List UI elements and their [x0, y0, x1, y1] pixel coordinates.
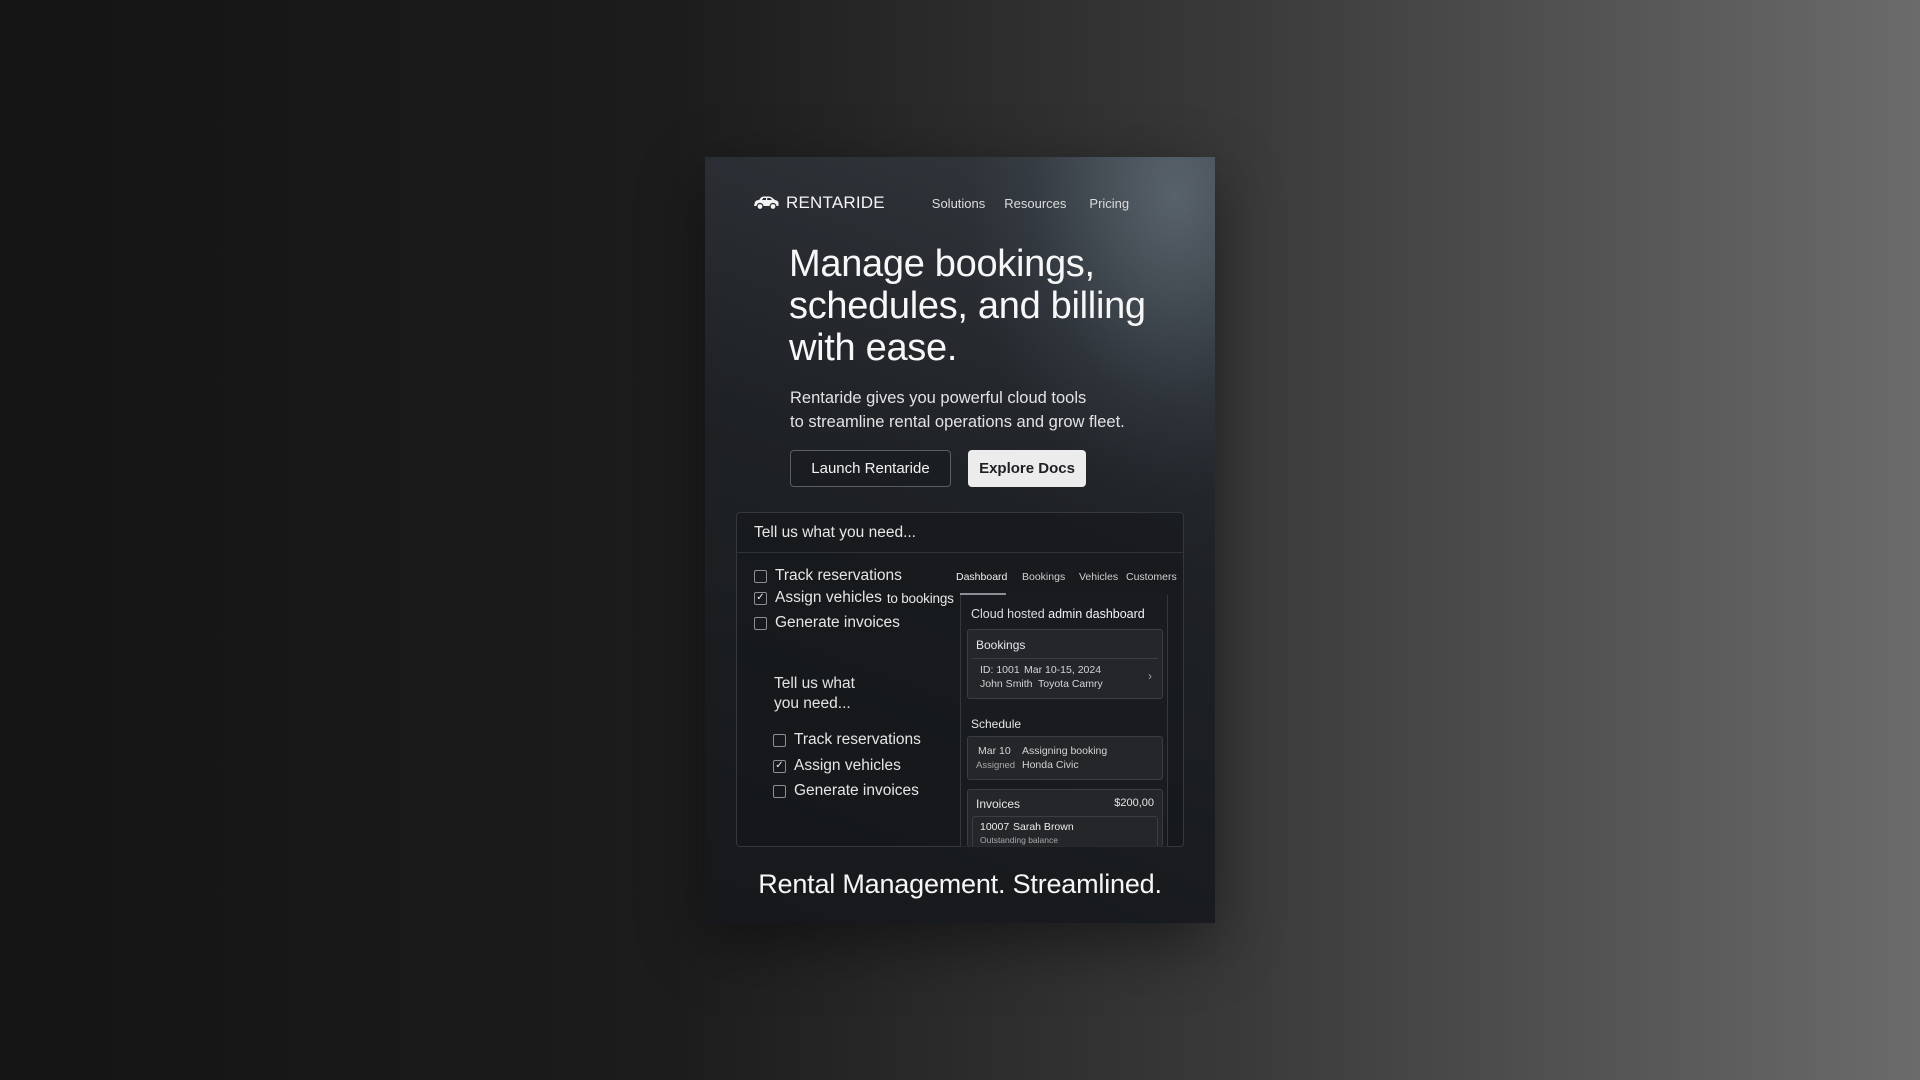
checklist-label: Track reservations: [775, 567, 902, 584]
checkbox[interactable]: [773, 784, 786, 798]
checklist-label: Track reservations: [794, 731, 921, 748]
launch-rentaride-button[interactable]: Launch Rentaride: [790, 450, 951, 487]
schedule-title: Schedule: [971, 717, 1022, 731]
invoice-row[interactable]: 10007 Sarah Brown Outstanding balance: [972, 816, 1158, 846]
nav-link-solutions[interactable]: Solutions: [932, 196, 985, 211]
needs-panel: Tell us what you need... Track reservati…: [736, 512, 1184, 847]
subheading-line: Tell us what: [774, 675, 855, 692]
checkbox-checked[interactable]: ✓: [754, 591, 767, 605]
checklist-label: Assign vehicles: [794, 757, 901, 774]
sub-checklist-item[interactable]: ✓ Assign vehicles: [773, 757, 901, 775]
tab-customers[interactable]: Customers: [1126, 571, 1177, 583]
brand-name: RENTARIDE: [786, 193, 885, 212]
invoice-note: Outstanding balance: [980, 835, 1058, 845]
hero-title-line: with ease.: [789, 327, 958, 369]
checklist-item[interactable]: ✓ Assign vehicles to bookings: [754, 589, 954, 607]
booking-dates: Mar 10-15, 2024: [1024, 664, 1102, 676]
hero-title-line: Manage bookings,: [789, 243, 1095, 285]
tab-vehicles[interactable]: Vehicles: [1079, 571, 1118, 583]
dashboard-preview: Dashboard Bookings Vehicles Customers Cl…: [956, 565, 1184, 847]
booking-customer: John Smith: [980, 678, 1033, 690]
bookings-title: Bookings: [976, 638, 1026, 652]
booking-vehicle: Toyota Camry: [1038, 678, 1103, 690]
checklist-label-tail: to bookings: [886, 590, 954, 606]
checkbox[interactable]: [754, 569, 767, 583]
nav-link-pricing[interactable]: Pricing: [1089, 196, 1129, 211]
dashboard-tabs: Dashboard Bookings Vehicles Customers: [956, 571, 1184, 595]
hero-subtitle: Rentaride gives you powerful cloud tools…: [790, 386, 1170, 434]
checklist-item[interactable]: Track reservations: [754, 567, 902, 585]
tab-dashboard[interactable]: Dashboard: [956, 571, 1007, 583]
brand-logo[interactable]: RENTARIDE: [752, 193, 885, 213]
sub-checklist-item[interactable]: Generate invoices: [773, 782, 919, 800]
nav-links: Solutions Resources Pricing: [932, 196, 1148, 211]
hero-title-line: schedules, and billing: [789, 285, 1146, 327]
schedule-date: Mar 10: [978, 745, 1011, 757]
hero-subtitle-line: Rentaride gives you powerful cloud tools: [790, 389, 1087, 407]
chevron-right-icon[interactable]: ›: [1148, 669, 1152, 683]
invoices-card[interactable]: Invoices $200,00 10007 Sarah Brown Outst…: [967, 789, 1163, 847]
explore-docs-button[interactable]: Explore Docs: [968, 450, 1086, 487]
top-nav: RENTARIDE Solutions Resources Pricing: [752, 187, 1195, 219]
dashboard-body: Cloud hosted admin dashboard Bookings ID…: [960, 595, 1168, 847]
schedule-card[interactable]: Mar 10 Assigning booking Assigned Honda …: [967, 736, 1163, 780]
tagline: Rental Management. Streamlined.: [758, 869, 1162, 899]
sub-checklist-item[interactable]: Track reservations: [773, 731, 921, 749]
landing-poster: RENTARIDE Solutions Resources Pricing Ma…: [705, 157, 1215, 923]
checkbox[interactable]: [773, 733, 786, 747]
schedule-vehicle: Honda Civic: [1022, 759, 1079, 771]
checklist-item[interactable]: Generate invoices: [754, 614, 900, 632]
invoice-customer: Sarah Brown: [1013, 821, 1074, 833]
dashboard-caption: Cloud hosted admin dashboard: [971, 607, 1145, 621]
checkbox-checked[interactable]: ✓: [773, 759, 786, 773]
booking-row[interactable]: ID: 1001 Mar 10-15, 2024 John Smith Toyo…: [972, 658, 1158, 696]
checkbox[interactable]: [754, 616, 767, 630]
tab-bookings[interactable]: Bookings: [1022, 571, 1065, 583]
panel-heading: Tell us what you need...: [737, 513, 1183, 553]
caption-prefix: Cloud hosted: [971, 607, 1045, 621]
checklist-label: Generate invoices: [775, 614, 900, 631]
booking-id: ID: 1001: [980, 664, 1020, 676]
car-icon: [752, 195, 780, 211]
bookings-card[interactable]: Bookings ID: 1001 Mar 10-15, 2024 John S…: [967, 629, 1163, 699]
caption-strong: admin dashboard: [1048, 607, 1145, 621]
invoice-number: 10007: [980, 821, 1010, 833]
subheading-line: you need...: [774, 695, 851, 712]
invoice-amount: $200,00: [1114, 797, 1154, 809]
checklist-label: Generate invoices: [794, 782, 919, 799]
panel-subheading: Tell us what you need...: [774, 674, 884, 714]
hero-title: Manage bookings, schedules, and billing …: [789, 243, 1189, 369]
invoices-title: Invoices: [976, 797, 1021, 811]
schedule-status: Assigned: [976, 760, 1016, 771]
schedule-event: Assigning booking: [1022, 745, 1108, 757]
nav-link-resources[interactable]: Resources: [1004, 196, 1066, 211]
checklist-label: Assign vehicles: [775, 589, 882, 606]
hero-subtitle-line: to streamline rental operations and grow…: [790, 413, 1125, 431]
